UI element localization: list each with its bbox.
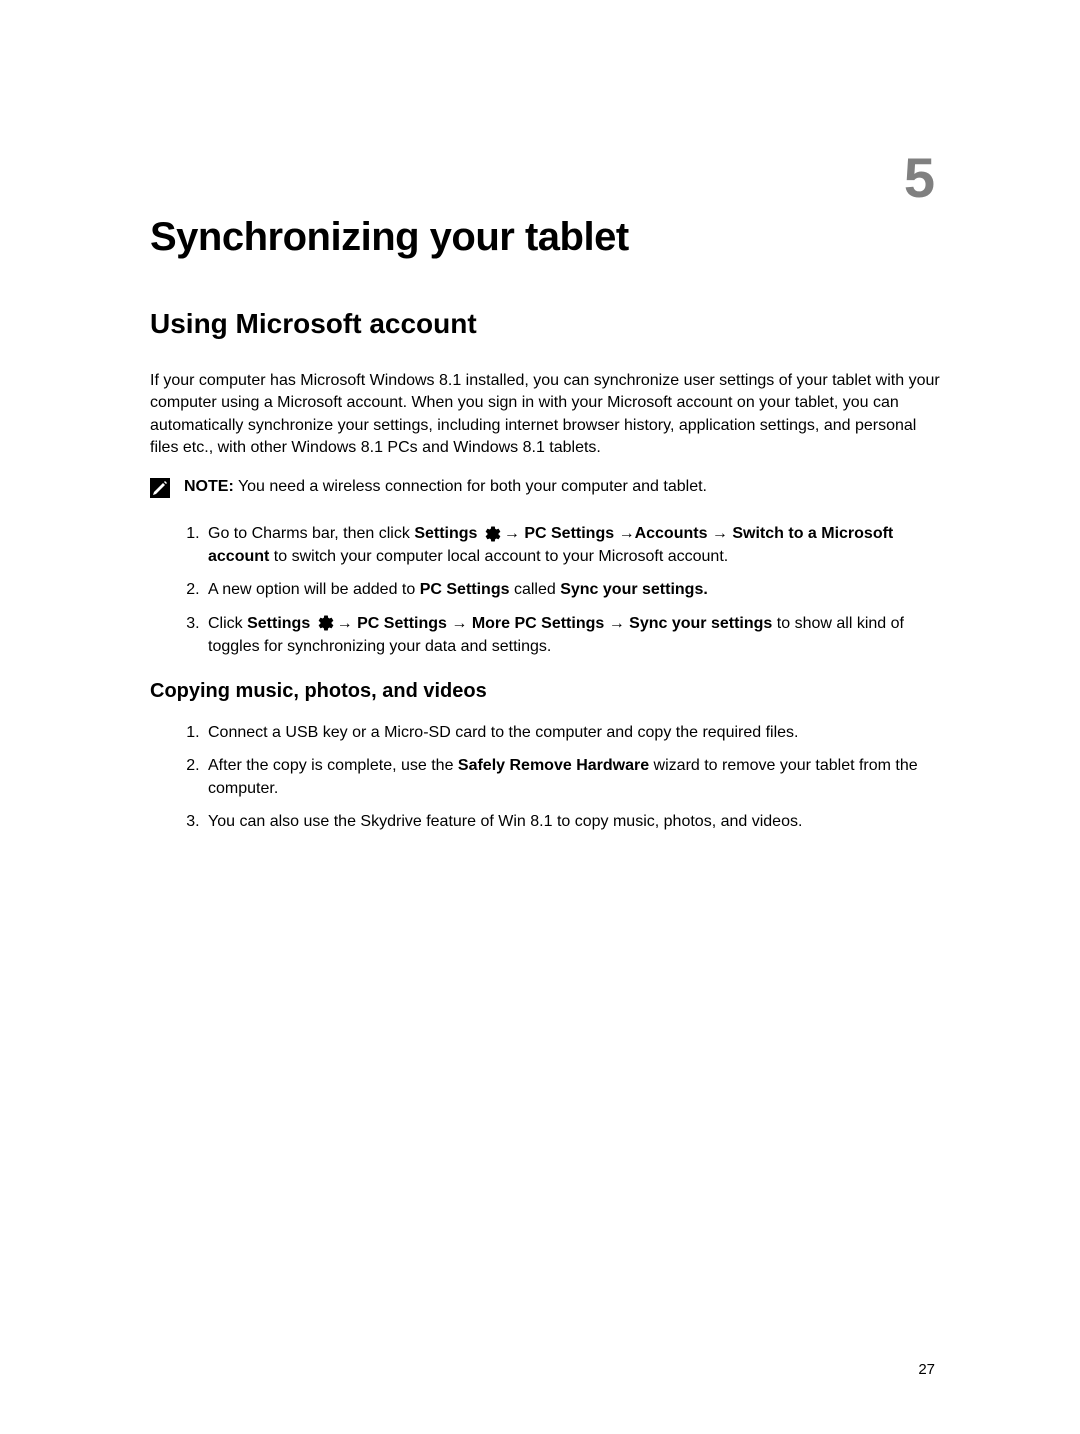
gear-icon	[484, 525, 502, 543]
copy-step-2: After the copy is complete, use the Safe…	[204, 754, 940, 800]
note-text: NOTE: You need a wireless connection for…	[184, 476, 707, 498]
step-2: A new option will be added to PC Setting…	[204, 578, 940, 601]
section-heading-account: Using Microsoft account	[150, 308, 940, 340]
document-page: 5 Synchronizing your tablet Using Micros…	[0, 0, 1080, 1434]
note-label: NOTE:	[184, 478, 234, 495]
intro-paragraph: If your computer has Microsoft Windows 8…	[150, 370, 940, 460]
chapter-number: 5	[904, 145, 935, 210]
note-icon	[150, 478, 170, 498]
steps-list-copying: Connect a USB key or a Micro-SD card to …	[150, 721, 940, 834]
note-block: NOTE: You need a wireless connection for…	[150, 476, 940, 498]
step-3: Click Settings → PC Settings → More PC S…	[204, 612, 940, 658]
subsection-heading-copying: Copying music, photos, and videos	[150, 680, 940, 703]
gear-icon	[317, 614, 335, 632]
page-title: Synchronizing your tablet	[150, 215, 940, 260]
step-1: Go to Charms bar, then click Settings → …	[204, 522, 940, 568]
copy-step-3: You can also use the Skydrive feature of…	[204, 810, 940, 833]
steps-list-account: Go to Charms bar, then click Settings → …	[150, 522, 940, 658]
page-number: 27	[918, 1361, 935, 1378]
copy-step-1: Connect a USB key or a Micro-SD card to …	[204, 721, 940, 744]
